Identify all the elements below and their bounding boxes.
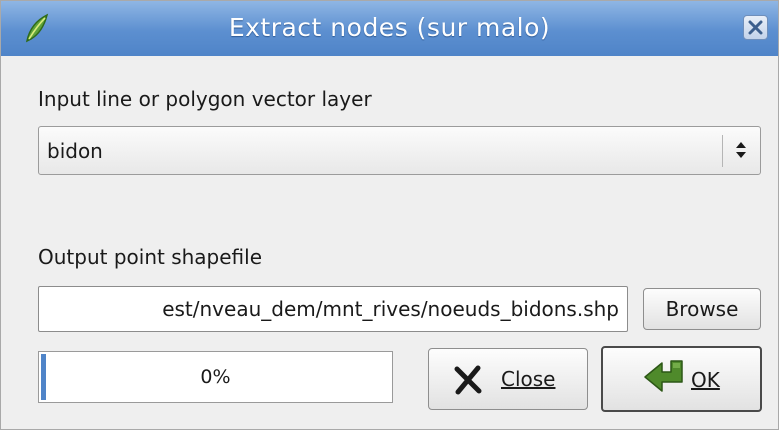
input-layer-select[interactable]: bidon [38, 126, 761, 175]
output-path-field[interactable]: est/nveau_dem/mnt_rives/noeuds_bidons.sh… [38, 286, 628, 332]
progress-text: 0% [200, 366, 231, 388]
x-icon [453, 365, 483, 400]
title-bar[interactable]: Extract nodes (sur malo) [1, 1, 778, 56]
progress-bar: 0% [38, 351, 393, 403]
output-shapefile-label: Output point shapefile [38, 245, 263, 269]
browse-button[interactable]: Browse [643, 288, 761, 330]
close-icon[interactable] [743, 15, 768, 40]
close-button[interactable]: Close [428, 348, 588, 410]
ok-button[interactable]: OK [601, 346, 762, 412]
combo-separator [722, 135, 723, 167]
check-arrow-icon [641, 358, 687, 405]
output-path-value: est/nveau_dem/mnt_rives/noeuds_bidons.sh… [162, 297, 619, 321]
input-layer-label: Input line or polygon vector layer [38, 87, 372, 111]
dialog-title: Extract nodes (sur malo) [228, 13, 551, 42]
ok-button-label: OK [691, 368, 720, 392]
close-button-label: Close [501, 367, 556, 391]
up-down-arrows-icon [734, 139, 748, 165]
extract-nodes-dialog: Extract nodes (sur malo) Input line or p… [0, 0, 779, 430]
input-layer-value: bidon [47, 139, 103, 163]
